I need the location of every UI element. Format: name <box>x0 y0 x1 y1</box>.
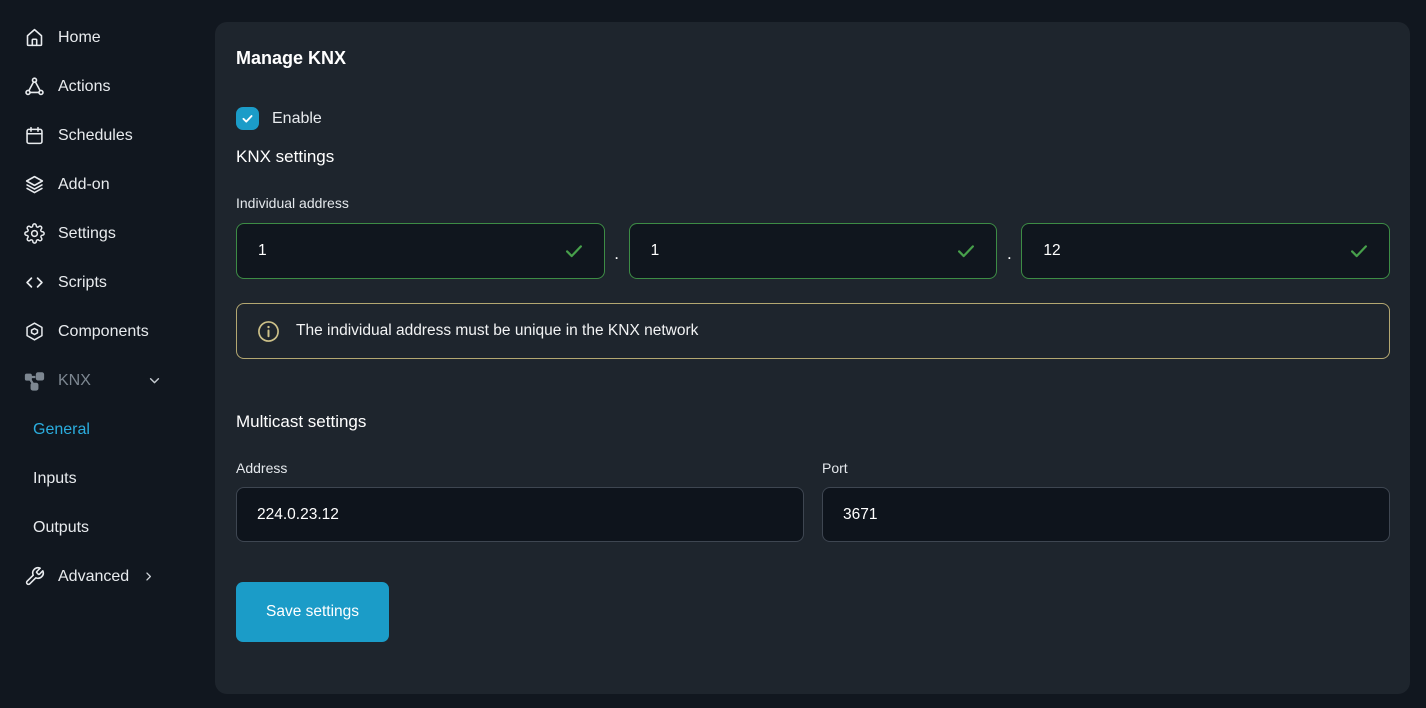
sidebar-item-knx[interactable]: KNX <box>0 356 215 405</box>
address-part-field-2 <box>629 223 998 279</box>
sidebar-item-label: Scripts <box>58 274 107 292</box>
sidebar-item-label: Schedules <box>58 127 133 145</box>
calendar-icon <box>24 125 45 146</box>
sidebar-item-label: Add-on <box>58 176 110 194</box>
valid-check-icon <box>563 240 585 262</box>
enable-row: Enable <box>236 107 1390 130</box>
info-message: The individual address must be unique in… <box>296 322 698 340</box>
enable-label: Enable <box>272 110 322 128</box>
multicast-fields: Address Port <box>236 432 1390 542</box>
sidebar-subitem-label: Outputs <box>33 519 89 537</box>
layers-icon <box>24 174 45 195</box>
sidebar-item-label: Components <box>58 323 149 341</box>
sidebar-item-schedules[interactable]: Schedules <box>0 111 215 160</box>
sidebar-item-scripts[interactable]: Scripts <box>0 258 215 307</box>
address-part-input-2[interactable] <box>629 223 998 279</box>
address-part-input-3[interactable] <box>1021 223 1390 279</box>
home-icon <box>24 27 45 48</box>
sidebar-item-settings[interactable]: Settings <box>0 209 215 258</box>
knx-topology-icon <box>24 370 45 391</box>
sidebar-subitem-label: Inputs <box>33 470 77 488</box>
multicast-address-label: Address <box>236 460 804 476</box>
actions-icon <box>24 76 45 97</box>
multicast-port-group: Port <box>822 432 1390 542</box>
multicast-port-label: Port <box>822 460 1390 476</box>
code-icon <box>24 272 45 293</box>
individual-address-label: Individual address <box>236 195 1390 211</box>
info-icon <box>256 319 281 344</box>
sidebar-subitem-label: General <box>33 421 90 439</box>
checkmark-icon <box>240 111 255 126</box>
sidebar-item-actions[interactable]: Actions <box>0 62 215 111</box>
valid-check-icon <box>1348 240 1370 262</box>
address-part-field-3 <box>1021 223 1390 279</box>
chevron-right-icon <box>141 569 156 584</box>
sidebar-item-label: Home <box>58 29 101 47</box>
cube-icon <box>24 321 45 342</box>
sidebar-subitem-outputs[interactable]: Outputs <box>0 503 215 552</box>
info-banner: The individual address must be unique in… <box>236 303 1390 359</box>
sidebar-item-label: Settings <box>58 225 116 243</box>
multicast-address-input[interactable] <box>236 487 804 542</box>
valid-check-icon <box>955 240 977 262</box>
chevron-down-icon <box>146 372 163 389</box>
manage-knx-panel: Manage KNX Enable KNX settings Individua… <box>215 22 1410 694</box>
sidebar-item-label: KNX <box>58 372 91 390</box>
save-settings-button[interactable]: Save settings <box>236 582 389 642</box>
knx-settings-heading: KNX settings <box>236 147 1390 167</box>
sidebar-item-components[interactable]: Components <box>0 307 215 356</box>
address-part-field-1 <box>236 223 605 279</box>
address-separator: . <box>997 244 1021 264</box>
sidebar-item-addon[interactable]: Add-on <box>0 160 215 209</box>
sidebar-subitem-inputs[interactable]: Inputs <box>0 454 215 503</box>
sidebar-item-advanced[interactable]: Advanced <box>0 552 215 601</box>
enable-checkbox[interactable] <box>236 107 259 130</box>
sidebar-item-label: Actions <box>58 78 110 96</box>
individual-address-row: . . <box>236 223 1390 279</box>
page-title: Manage KNX <box>236 48 1390 69</box>
sidebar: Home Actions Schedules Add-on Settings S… <box>0 0 215 708</box>
sidebar-item-label: Advanced <box>58 568 129 586</box>
wrench-icon <box>24 566 45 587</box>
sidebar-subitem-general[interactable]: General <box>0 405 215 454</box>
address-part-input-1[interactable] <box>236 223 605 279</box>
address-separator: . <box>605 244 629 264</box>
multicast-address-group: Address <box>236 432 804 542</box>
multicast-port-input[interactable] <box>822 487 1390 542</box>
multicast-settings-heading: Multicast settings <box>236 412 1390 432</box>
gear-icon <box>24 223 45 244</box>
sidebar-item-home[interactable]: Home <box>0 13 215 62</box>
